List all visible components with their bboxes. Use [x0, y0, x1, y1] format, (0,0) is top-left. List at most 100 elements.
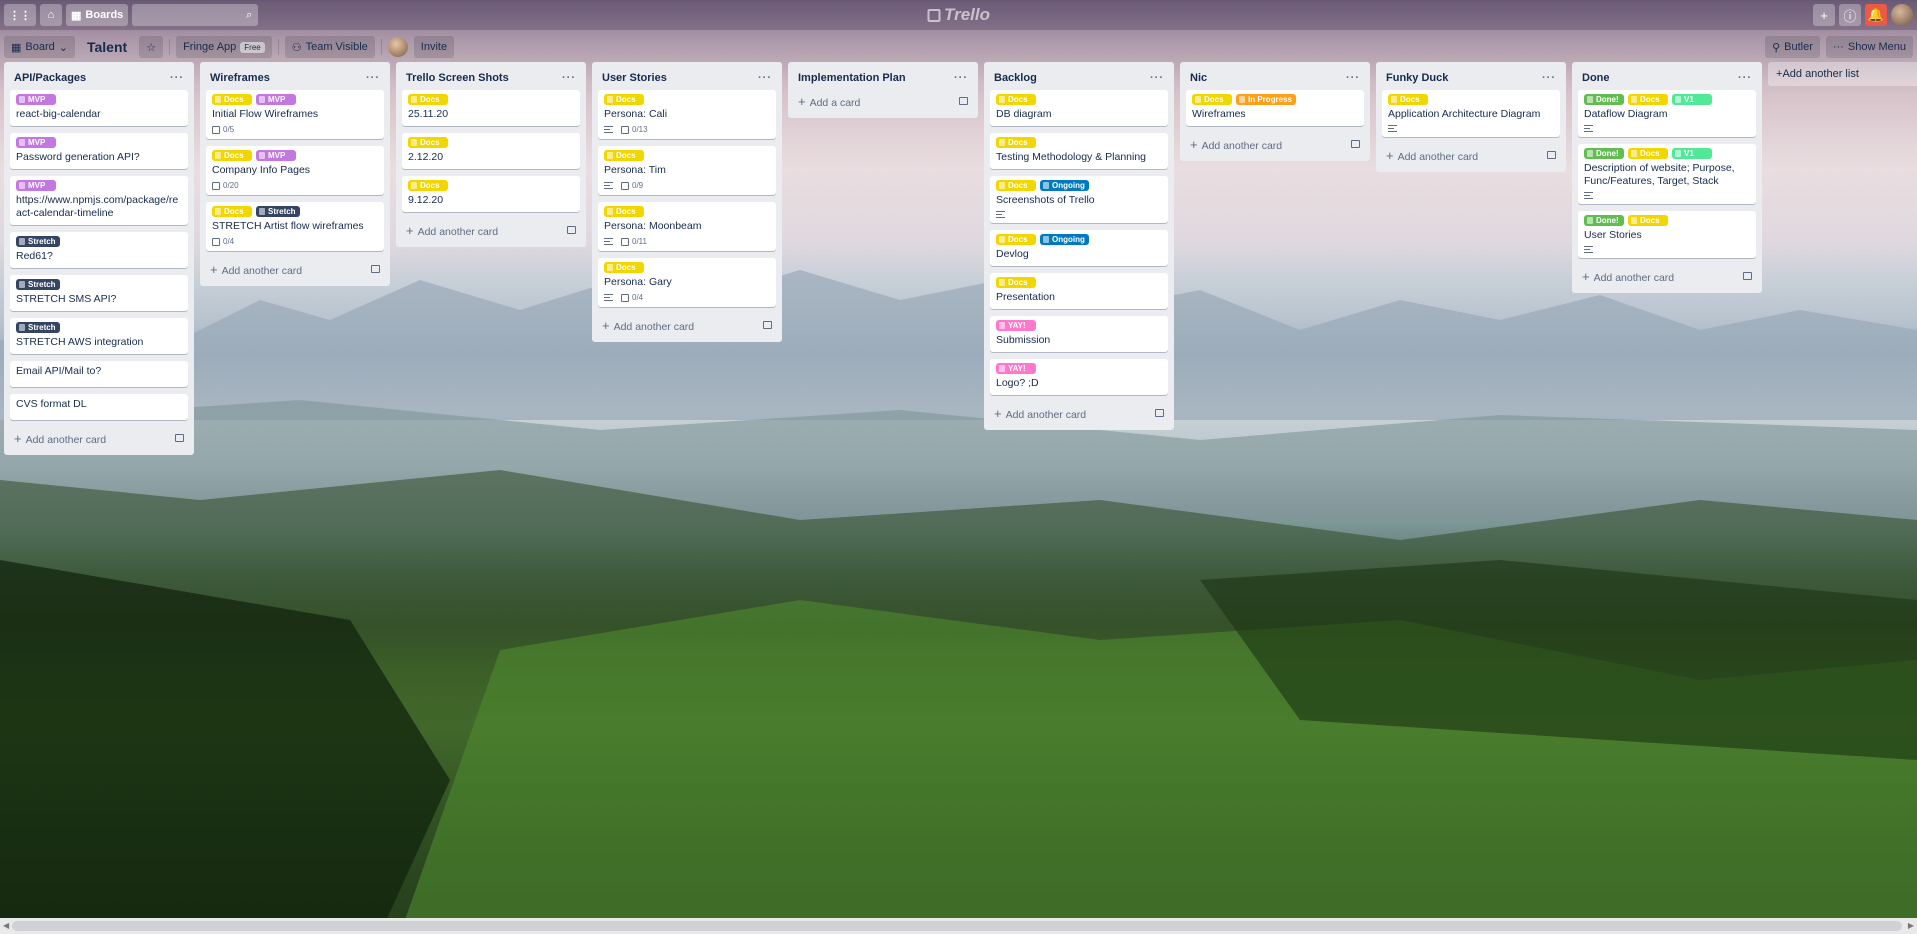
- board-view-switcher[interactable]: ▦ Board ⌄: [4, 36, 75, 58]
- trello-logo[interactable]: Trello: [927, 5, 990, 25]
- list-header[interactable]: Backlog ···: [990, 66, 1168, 90]
- card[interactable]: MVP react-big-calendar: [10, 90, 188, 126]
- list-menu-icon[interactable]: ···: [1738, 72, 1752, 84]
- board-title[interactable]: Talent: [81, 39, 133, 55]
- list-menu-icon[interactable]: ···: [954, 72, 968, 84]
- card[interactable]: Docs DB diagram: [990, 90, 1168, 126]
- card-label[interactable]: Docs: [408, 94, 448, 105]
- list-header[interactable]: Implementation Plan ···: [794, 66, 972, 90]
- list-column[interactable]: Funky Duck ··· Docs Application Architectur…: [1376, 62, 1566, 172]
- card-label[interactable]: In Progress: [1236, 94, 1297, 105]
- card-template-icon[interactable]: [175, 434, 184, 442]
- card-label[interactable]: Docs: [212, 206, 252, 217]
- list-header[interactable]: Done ···: [1578, 66, 1756, 90]
- card-label[interactable]: Ongoing: [1040, 180, 1089, 191]
- home-button[interactable]: ⌂: [40, 4, 62, 26]
- list-title[interactable]: User Stories: [602, 72, 667, 84]
- card-template-icon[interactable]: [959, 97, 968, 105]
- list-header[interactable]: Nic ···: [1186, 66, 1364, 90]
- list-title[interactable]: Wireframes: [210, 72, 270, 84]
- card-label[interactable]: Docs: [996, 277, 1036, 288]
- card[interactable]: YAY! Submission: [990, 316, 1168, 352]
- card-label[interactable]: MVP: [16, 94, 56, 105]
- list-menu-icon[interactable]: ···: [1346, 72, 1360, 84]
- card[interactable]: YAY! Logo? ;D: [990, 359, 1168, 395]
- card[interactable]: Docs Application Architecture Diagram: [1382, 90, 1560, 137]
- card-label[interactable]: Docs: [996, 137, 1036, 148]
- card-label[interactable]: Docs: [408, 180, 448, 191]
- card-label[interactable]: Stretch: [256, 206, 300, 217]
- card-label[interactable]: YAY!: [996, 363, 1036, 374]
- card-label[interactable]: MVP: [16, 180, 56, 191]
- list-title[interactable]: Implementation Plan: [798, 72, 906, 84]
- card-label[interactable]: Stretch: [16, 322, 60, 333]
- boards-button[interactable]: ▦ Boards: [66, 4, 129, 26]
- list-menu-icon[interactable]: ···: [562, 72, 576, 84]
- list-title[interactable]: Nic: [1190, 72, 1207, 84]
- card-label[interactable]: Docs: [604, 94, 644, 105]
- add-card-button[interactable]: + Add another card: [1186, 133, 1364, 155]
- card-label[interactable]: Docs: [408, 137, 448, 148]
- add-card-button[interactable]: + Add another card: [1382, 144, 1560, 166]
- list-title[interactable]: API/Packages: [14, 72, 86, 84]
- card[interactable]: Docs Testing Methodology & Planning: [990, 133, 1168, 169]
- card[interactable]: Stretch STRETCH SMS API?: [10, 275, 188, 311]
- card-label[interactable]: Docs: [1628, 148, 1668, 159]
- card-label[interactable]: Docs: [212, 150, 252, 161]
- list-header[interactable]: Trello Screen Shots ···: [402, 66, 580, 90]
- card-template-icon[interactable]: [371, 265, 380, 273]
- list-menu-icon[interactable]: ···: [366, 72, 380, 84]
- card-label[interactable]: MVP: [16, 137, 56, 148]
- card-label[interactable]: V1: [1672, 94, 1712, 105]
- apps-icon[interactable]: ⋮⋮: [4, 4, 36, 26]
- list-column[interactable]: Implementation Plan ··· + Add a card: [788, 62, 978, 118]
- add-card-button[interactable]: + Add another card: [402, 219, 580, 241]
- card[interactable]: Docs Persona: Tim 0/9: [598, 146, 776, 195]
- add-card-button[interactable]: + Add a card: [794, 90, 972, 112]
- add-card-button[interactable]: + Add another card: [1578, 265, 1756, 287]
- list-column[interactable]: Trello Screen Shots ··· Docs 25.11.20 Docs 2.…: [396, 62, 586, 247]
- card[interactable]: Docs 9.12.20: [402, 176, 580, 212]
- create-button[interactable]: +: [1813, 4, 1835, 26]
- card[interactable]: Docs Ongoing Screenshots of Trello: [990, 176, 1168, 223]
- star-button[interactable]: ☆: [139, 36, 164, 58]
- card-label[interactable]: Docs: [996, 234, 1036, 245]
- list-title[interactable]: Trello Screen Shots: [406, 72, 509, 84]
- card-label[interactable]: Docs: [604, 262, 644, 273]
- card-label[interactable]: Docs: [996, 94, 1036, 105]
- card-template-icon[interactable]: [1547, 151, 1556, 159]
- card-label[interactable]: Stretch: [16, 236, 60, 247]
- scroll-left-icon[interactable]: ◀: [3, 921, 9, 930]
- card-template-icon[interactable]: [763, 321, 772, 329]
- card-label[interactable]: YAY!: [996, 320, 1036, 331]
- card[interactable]: Done! Docs User Stories: [1578, 211, 1756, 258]
- card[interactable]: Stretch Red61?: [10, 232, 188, 268]
- card[interactable]: Email API/Mail to?: [10, 361, 188, 387]
- list-menu-icon[interactable]: ···: [1542, 72, 1556, 84]
- card[interactable]: Docs 2.12.20: [402, 133, 580, 169]
- card[interactable]: Docs Stretch STRETCH Artist flow wireframe…: [206, 202, 384, 251]
- card-template-icon[interactable]: [1155, 409, 1164, 417]
- card-label[interactable]: V1: [1672, 148, 1712, 159]
- info-button[interactable]: ⓘ: [1839, 4, 1861, 26]
- card-template-icon[interactable]: [1743, 272, 1752, 280]
- list-header[interactable]: Funky Duck ···: [1382, 66, 1560, 90]
- list-column[interactable]: API/Packages ··· MVP react-big-calendar MVP P…: [4, 62, 194, 455]
- card[interactable]: CVS format DL: [10, 394, 188, 420]
- list-menu-icon[interactable]: ···: [758, 72, 772, 84]
- card-template-icon[interactable]: [567, 226, 576, 234]
- card-label[interactable]: Docs: [604, 150, 644, 161]
- card-label[interactable]: Ongoing: [1040, 234, 1089, 245]
- card[interactable]: Done! Docs V1 Description of website; Purpo…: [1578, 144, 1756, 204]
- card-label[interactable]: Done!: [1584, 148, 1624, 159]
- card[interactable]: Docs Presentation: [990, 273, 1168, 309]
- list-title[interactable]: Backlog: [994, 72, 1037, 84]
- card[interactable]: Docs 25.11.20: [402, 90, 580, 126]
- card[interactable]: Stretch STRETCH AWS integration: [10, 318, 188, 354]
- card[interactable]: Docs Persona: Gary 0/4: [598, 258, 776, 307]
- list-title[interactable]: Funky Duck: [1386, 72, 1448, 84]
- card-label[interactable]: Docs: [212, 94, 252, 105]
- add-card-button[interactable]: + Add another card: [10, 427, 188, 449]
- card-label[interactable]: Done!: [1584, 94, 1624, 105]
- add-card-button[interactable]: + Add another card: [598, 314, 776, 336]
